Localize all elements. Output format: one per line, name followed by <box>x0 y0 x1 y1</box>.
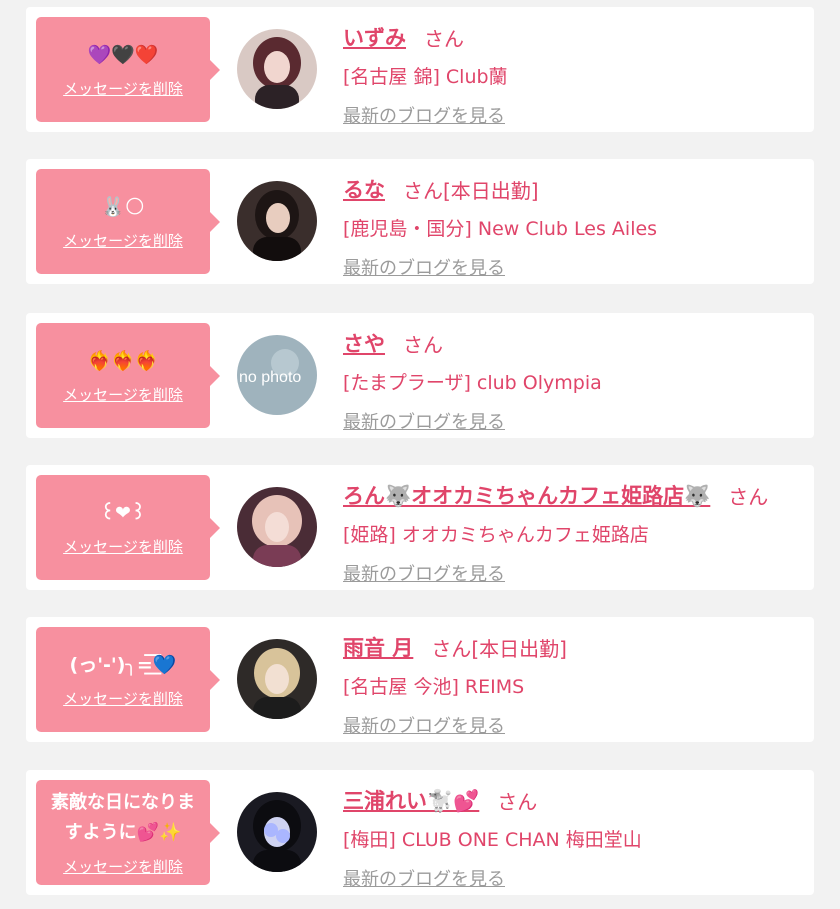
latest-blog-link[interactable]: 最新のブログを見る <box>343 555 505 595</box>
message-text: 🐰🌕 <box>101 196 145 218</box>
shop-name: [鹿児島・国分] New Club Les Ailes <box>343 218 658 240</box>
honorific: さん <box>431 636 472 661</box>
message-bubble: (っ'-')╮=͟͟͞͞💙 メッセージを削除 <box>36 627 220 732</box>
avatar[interactable]: no photo <box>237 335 317 415</box>
cast-info: ろん🐺オオカミちゃんカフェ姫路店🐺 さん [姫路] オオカミちゃんカフェ姫路店 … <box>343 475 804 595</box>
cast-name-link[interactable]: いずみ <box>343 22 406 52</box>
cast-info: いずみ さん [名古屋 錦] Club蘭 最新のブログを見る <box>343 17 804 137</box>
delete-message-link[interactable]: メッセージを削除 <box>63 384 183 405</box>
cast-info: るな さん [本日出勤] [鹿児島・国分] New Club Les Ailes… <box>343 169 804 289</box>
message-text: ꒰❤︎꒱ <box>100 502 146 524</box>
delete-message-link[interactable]: メッセージを削除 <box>63 230 183 251</box>
message-text: ❤️‍🔥❤️‍🔥❤️‍🔥 <box>87 350 159 372</box>
latest-blog-link[interactable]: 最新のブログを見る <box>343 403 505 443</box>
message-text: (っ'-')╮=͟͟͞͞💙 <box>69 654 177 676</box>
avatar[interactable] <box>237 181 317 261</box>
latest-blog-link[interactable]: 最新のブログを見る <box>343 707 505 747</box>
delete-message-link[interactable]: メッセージを削除 <box>63 688 183 709</box>
delete-message-link[interactable]: メッセージを削除 <box>63 536 183 557</box>
shop-name: [名古屋 今池] REIMS <box>343 676 525 698</box>
cast-name-link[interactable]: ろん🐺オオカミちゃんカフェ姫路店🐺 <box>343 480 710 510</box>
avatar[interactable] <box>237 639 317 719</box>
cast-name-link[interactable]: さや <box>343 328 385 358</box>
message-bubble: 🐰🌕 メッセージを削除 <box>36 169 220 274</box>
favorite-card: ꒰❤︎꒱ メッセージを削除 ろん🐺オオカミちゃんカフェ姫路店🐺 さん [姫路] … <box>26 465 814 590</box>
favorite-card: (っ'-')╮=͟͟͞͞💙 メッセージを削除 雨音 月 さん [本日出勤] [名… <box>26 617 814 742</box>
avatar[interactable] <box>237 29 317 109</box>
cast-name-link[interactable]: るな <box>343 174 385 204</box>
work-status: [本日出勤] <box>443 178 539 203</box>
shop-name: [名古屋 錦] Club蘭 <box>343 66 508 88</box>
message-text: 素敵な日になりますように💕✨ <box>51 792 195 843</box>
honorific: さん <box>403 178 443 203</box>
favorite-card: 素敵な日になりますように💕✨ メッセージを削除 三浦れい🐩💕 さん [梅田] C… <box>26 770 814 895</box>
favorite-card: 💜🖤❤️ メッセージを削除 いずみ さん [名古屋 錦] Club蘭 最新のブロ… <box>26 7 814 132</box>
shop-name: [たまプラーザ] club Olympia <box>343 372 602 394</box>
message-text: 💜🖤❤️ <box>87 44 159 66</box>
honorific: さん <box>497 789 538 814</box>
honorific: さん <box>424 26 464 51</box>
message-bubble: 素敵な日になりますように💕✨ メッセージを削除 <box>36 780 220 885</box>
latest-blog-link[interactable]: 最新のブログを見る <box>343 860 505 900</box>
work-status: [本日出勤] <box>471 636 567 661</box>
latest-blog-link[interactable]: 最新のブログを見る <box>343 97 505 137</box>
cast-info: 雨音 月 さん [本日出勤] [名古屋 今池] REIMS 最新のブログを見る <box>343 627 804 747</box>
favorite-card: 🐰🌕 メッセージを削除 るな さん [本日出勤] [鹿児島・国分] New Cl… <box>26 159 814 284</box>
avatar[interactable] <box>237 487 317 567</box>
latest-blog-link[interactable]: 最新のブログを見る <box>343 249 505 289</box>
cast-info: 三浦れい🐩💕 さん [梅田] CLUB ONE CHAN 梅田堂山 最新のブログ… <box>343 780 804 900</box>
honorific: さん <box>728 484 769 509</box>
shop-name: [梅田] CLUB ONE CHAN 梅田堂山 <box>343 829 642 851</box>
message-bubble: ❤️‍🔥❤️‍🔥❤️‍🔥 メッセージを削除 <box>36 323 220 428</box>
message-bubble: 💜🖤❤️ メッセージを削除 <box>36 17 220 122</box>
delete-message-link[interactable]: メッセージを削除 <box>63 78 183 99</box>
message-bubble: ꒰❤︎꒱ メッセージを削除 <box>36 475 220 580</box>
favorite-card: ❤️‍🔥❤️‍🔥❤️‍🔥 メッセージを削除 no photo さや さん [たま… <box>26 313 814 438</box>
avatar[interactable] <box>237 792 317 872</box>
honorific: さん <box>403 332 443 357</box>
delete-message-link[interactable]: メッセージを削除 <box>63 856 183 877</box>
cast-name-link[interactable]: 雨音 月 <box>343 632 413 662</box>
cast-info: さや さん [たまプラーザ] club Olympia 最新のブログを見る <box>343 323 804 443</box>
cast-name-link[interactable]: 三浦れい🐩💕 <box>343 785 479 815</box>
no-photo-label: no photo <box>239 369 301 386</box>
shop-name: [姫路] オオカミちゃんカフェ姫路店 <box>343 524 649 546</box>
